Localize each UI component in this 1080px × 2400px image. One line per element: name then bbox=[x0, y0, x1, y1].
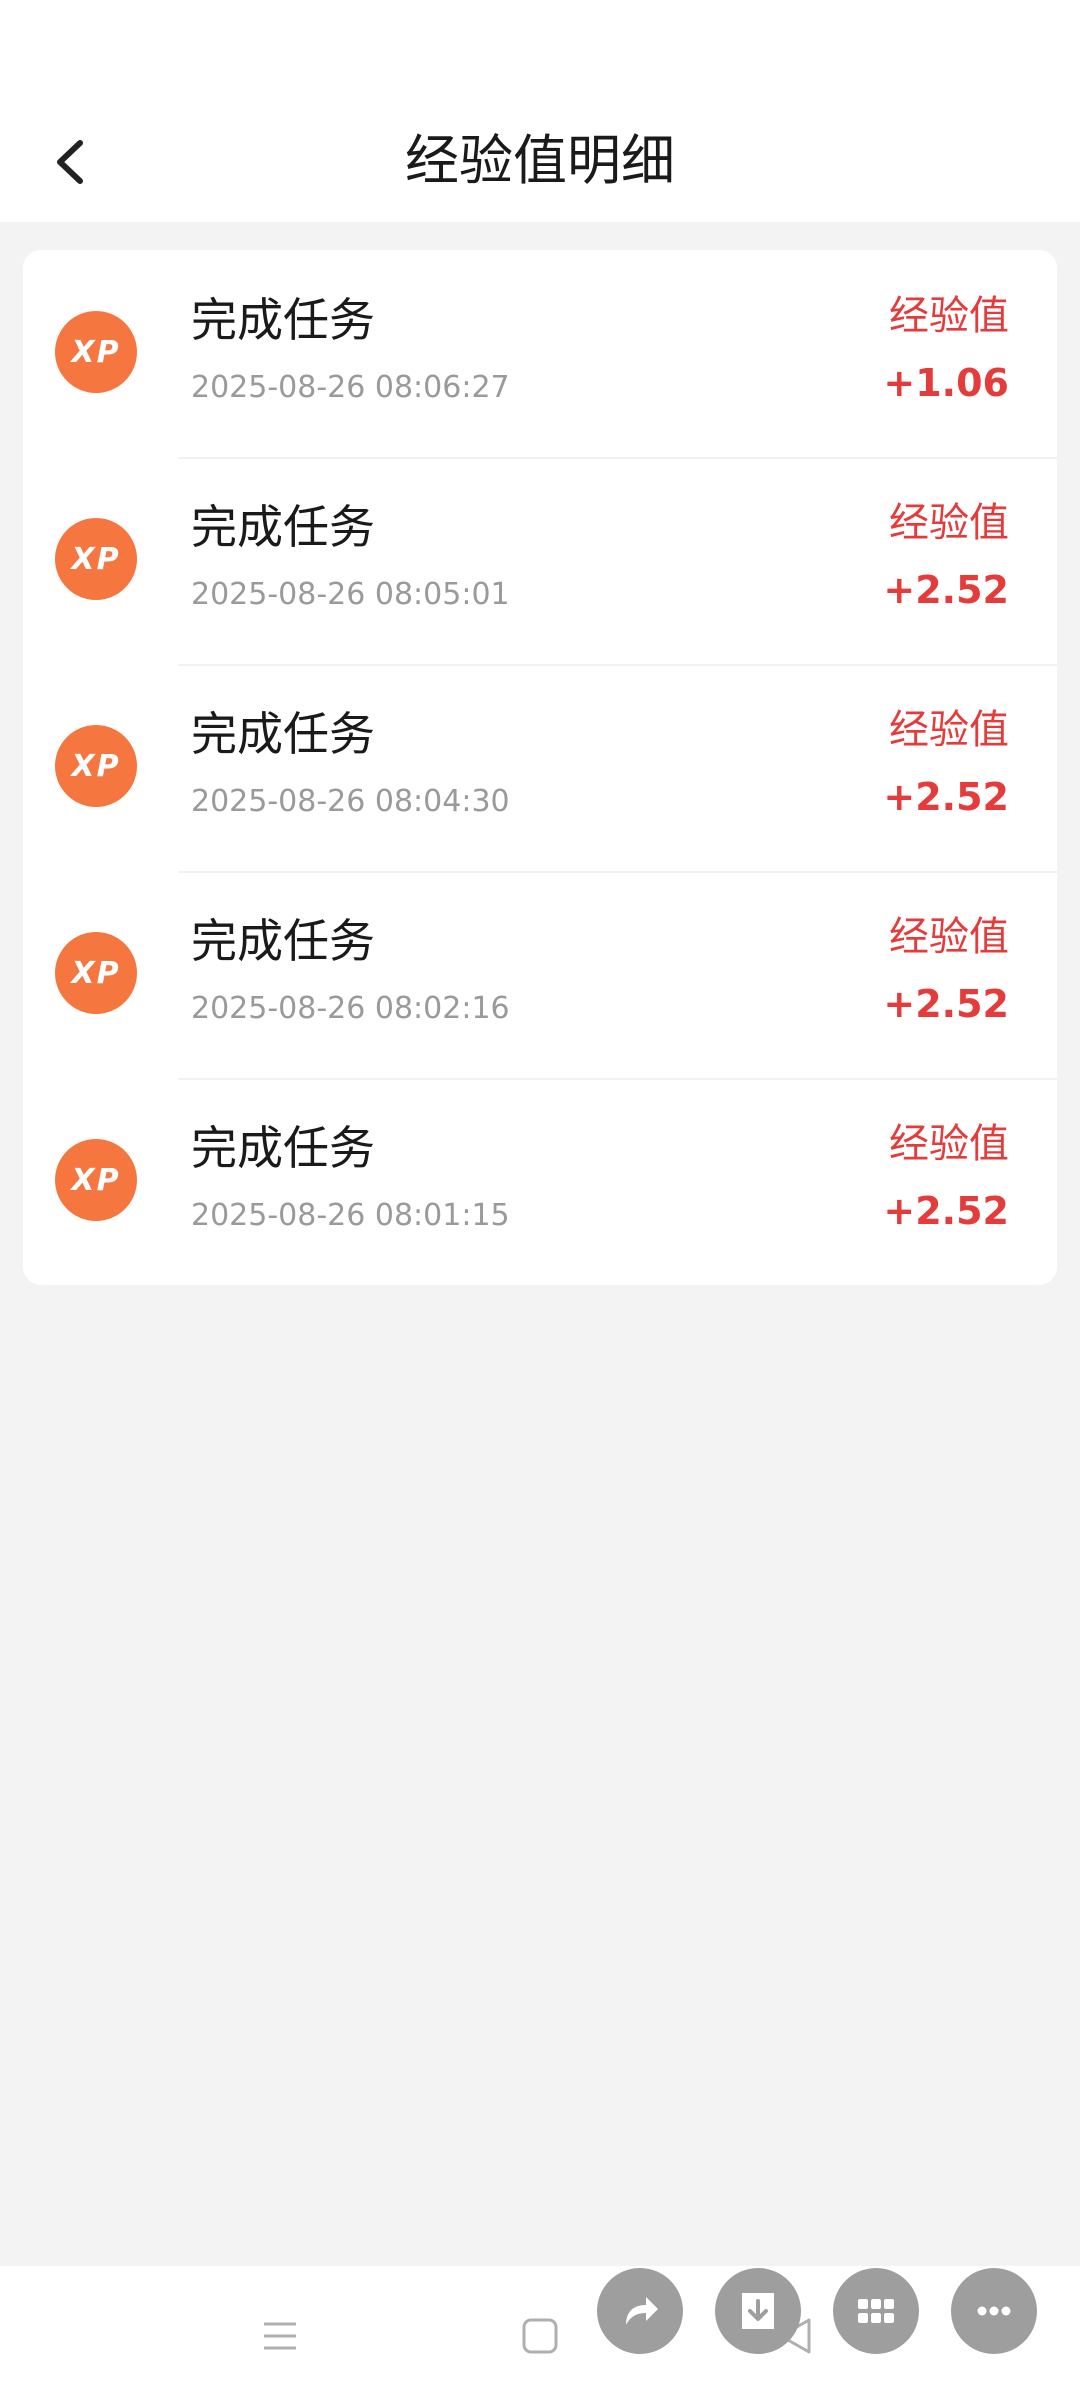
square-icon bbox=[522, 2318, 558, 2354]
more-button[interactable] bbox=[951, 2268, 1037, 2354]
menu-icon bbox=[264, 2322, 296, 2350]
record-title: 完成任务 bbox=[191, 500, 375, 554]
record-label: 经验值 bbox=[889, 293, 1009, 339]
record-label: 经验值 bbox=[889, 707, 1009, 753]
xp-icon: XP bbox=[55, 1139, 137, 1221]
record-label: 经验值 bbox=[889, 1121, 1009, 1167]
page-title: 经验值明细 bbox=[405, 129, 675, 192]
record-time: 2025-08-26 08:02:16 bbox=[191, 991, 510, 1026]
grid-icon bbox=[858, 2299, 894, 2323]
record-label: 经验值 bbox=[889, 500, 1009, 546]
record-value: +2.52 bbox=[883, 1189, 1009, 1233]
record-time: 2025-08-26 08:05:01 bbox=[191, 577, 510, 612]
record-title: 完成任务 bbox=[191, 914, 375, 968]
download-button[interactable] bbox=[715, 2268, 801, 2354]
record-value: +2.52 bbox=[883, 568, 1009, 612]
records-list: XP 完成任务 2025-08-26 08:06:27 经验值 +1.06 XP… bbox=[23, 250, 1057, 1285]
apps-button[interactable] bbox=[833, 2268, 919, 2354]
xp-icon: XP bbox=[55, 932, 137, 1014]
record-value: +2.52 bbox=[883, 775, 1009, 819]
share-arrow-icon bbox=[626, 2297, 658, 2325]
share-button[interactable] bbox=[597, 2268, 683, 2354]
home-button[interactable] bbox=[500, 2306, 580, 2366]
record-time: 2025-08-26 08:01:15 bbox=[191, 1198, 510, 1233]
list-item[interactable]: XP 完成任务 2025-08-26 08:02:16 经验值 +2.52 bbox=[23, 871, 1057, 1078]
record-time: 2025-08-26 08:06:27 bbox=[191, 370, 510, 405]
record-title: 完成任务 bbox=[191, 1121, 375, 1175]
navigation-bar bbox=[0, 2266, 1080, 2400]
status-bar bbox=[0, 0, 1080, 100]
xp-icon: XP bbox=[55, 518, 137, 600]
more-dots-icon bbox=[977, 2306, 1011, 2316]
record-time: 2025-08-26 08:04:30 bbox=[191, 784, 510, 819]
xp-icon: XP bbox=[55, 311, 137, 393]
list-item[interactable]: XP 完成任务 2025-08-26 08:01:15 经验值 +2.52 bbox=[23, 1078, 1057, 1285]
header: 经验值明细 bbox=[0, 100, 1080, 222]
record-label: 经验值 bbox=[889, 914, 1009, 960]
menu-button[interactable] bbox=[240, 2306, 320, 2366]
record-value: +2.52 bbox=[883, 982, 1009, 1026]
record-title: 完成任务 bbox=[191, 293, 375, 347]
record-value: +1.06 bbox=[883, 361, 1009, 405]
record-title: 完成任务 bbox=[191, 707, 375, 761]
xp-icon: XP bbox=[55, 725, 137, 807]
download-icon bbox=[742, 2293, 774, 2329]
list-item[interactable]: XP 完成任务 2025-08-26 08:06:27 经验值 +1.06 bbox=[23, 250, 1057, 457]
list-item[interactable]: XP 完成任务 2025-08-26 08:04:30 经验值 +2.52 bbox=[23, 664, 1057, 871]
list-item[interactable]: XP 完成任务 2025-08-26 08:05:01 经验值 +2.52 bbox=[23, 457, 1057, 664]
